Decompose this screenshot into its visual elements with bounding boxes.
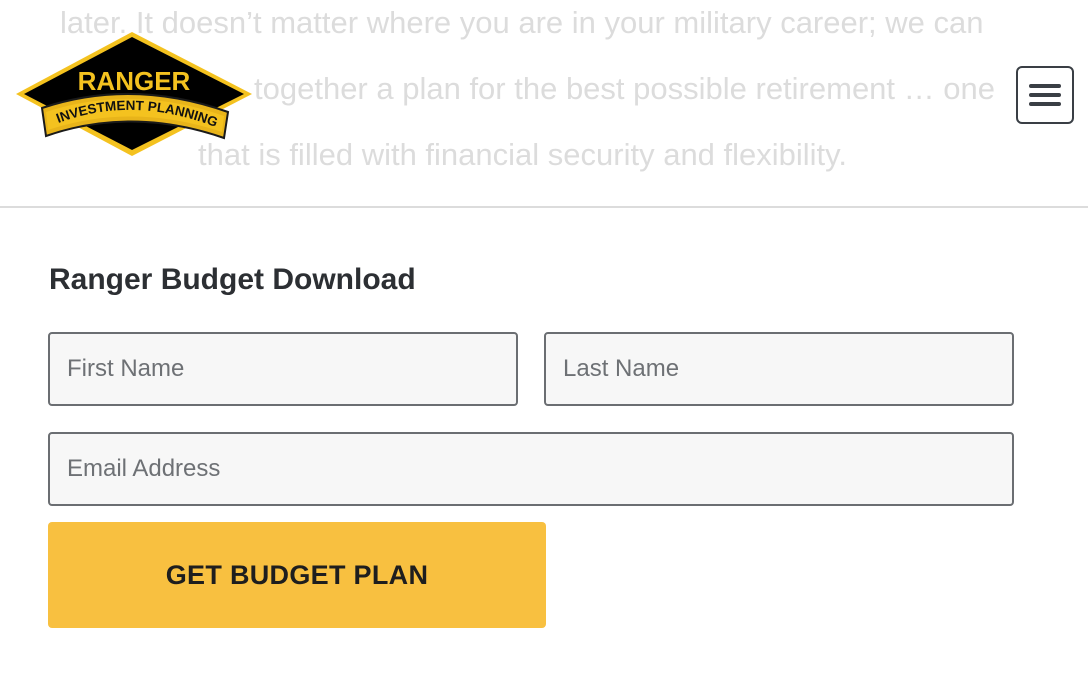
hamburger-icon <box>1029 84 1061 106</box>
form-title: Ranger Budget Download <box>49 263 416 296</box>
background-text-line: together a plan for the best possible re… <box>254 71 995 106</box>
ranger-logo[interactable]: RANGER INVESTMENT PLANNING <box>12 28 256 160</box>
first-name-field[interactable] <box>48 332 518 406</box>
background-text-line: that is filled with financial security a… <box>198 137 847 172</box>
site-header: later. It doesn’t matter where you are i… <box>0 0 1088 208</box>
get-budget-plan-button[interactable]: GET BUDGET PLAN <box>48 522 546 628</box>
logo-text-ranger: RANGER <box>78 66 191 96</box>
menu-button[interactable] <box>1016 66 1074 124</box>
last-name-field[interactable] <box>544 332 1014 406</box>
email-field[interactable] <box>48 432 1014 506</box>
